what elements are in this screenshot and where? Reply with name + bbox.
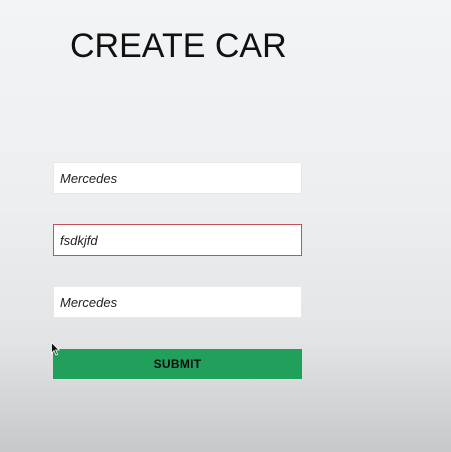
page-title: CREATE CAR: [70, 27, 287, 65]
car-brand-input[interactable]: [53, 286, 302, 318]
car-model-input[interactable]: [53, 224, 302, 256]
mouse-pointer-icon: [51, 342, 60, 356]
submit-button[interactable]: SUBMIT: [53, 349, 302, 379]
car-name-input[interactable]: [53, 162, 302, 194]
